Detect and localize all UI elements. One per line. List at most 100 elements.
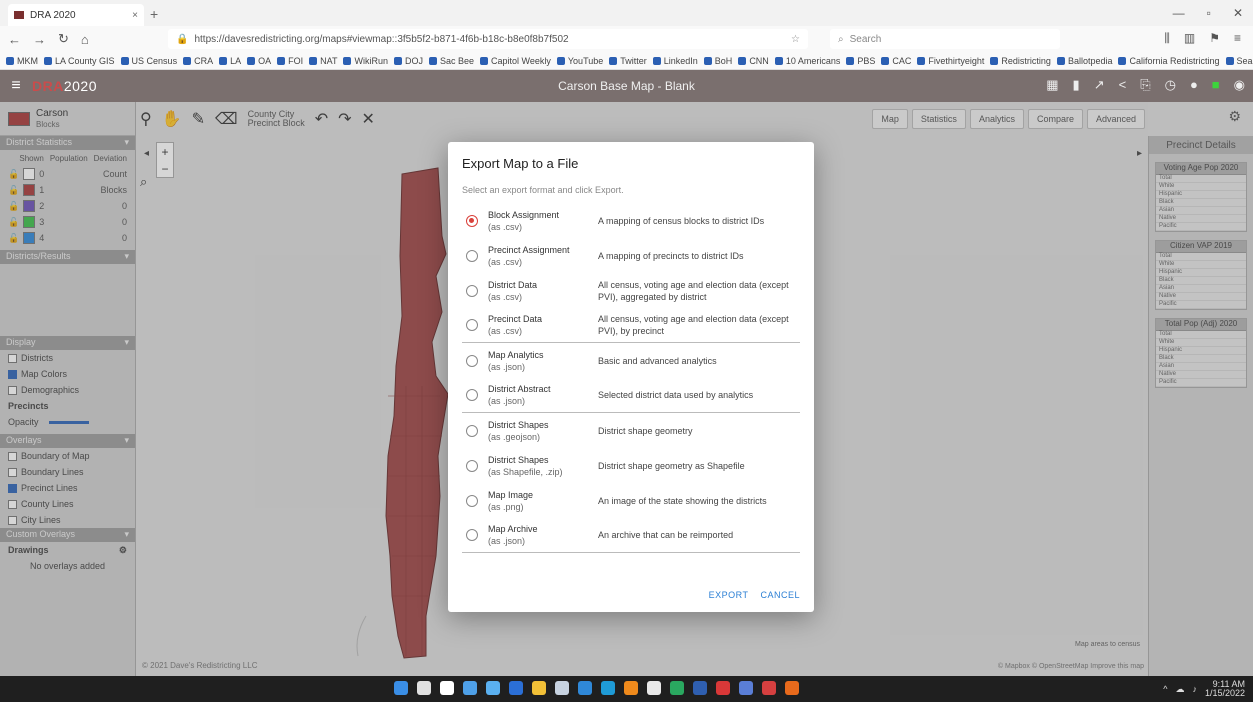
export-option[interactable]: Map Archive (as .json) An archive that can… [462, 518, 800, 553]
bookmark-item[interactable]: Sac Bee [428, 56, 474, 66]
forward-icon[interactable]: → [33, 32, 46, 47]
menu-icon[interactable]: ≡ [1234, 31, 1241, 46]
network-icon[interactable]: ☁ [1175, 684, 1184, 695]
bookmark-item[interactable]: MKM [6, 56, 38, 66]
export-option-ext: (as .csv) [488, 221, 523, 232]
taskbar-app-icon[interactable] [716, 681, 730, 695]
bookmark-item[interactable]: Search at Initial [1225, 56, 1253, 66]
radio-button[interactable] [466, 459, 478, 472]
reload-icon[interactable]: ↻ [58, 31, 69, 47]
bookmark-item[interactable]: Capitol Weekly [480, 56, 551, 66]
bookmark-item[interactable]: PBS [846, 56, 875, 66]
bookmark-item[interactable]: NAT [309, 56, 337, 66]
bookmark-item[interactable]: 10 Americans [774, 56, 840, 66]
radio-button[interactable] [466, 529, 478, 541]
taskbar-app-icon[interactable] [486, 681, 500, 695]
taskbar-app-icon[interactable] [647, 681, 661, 695]
bookmark-item[interactable]: CRA [183, 56, 213, 66]
taskbar-app-icon[interactable] [785, 681, 799, 695]
url-bar[interactable]: 🔒 https://davesredistricting.org/maps#vi… [168, 29, 808, 49]
export-option[interactable]: District Data (as .csv) All census, voting… [462, 273, 800, 308]
bookmark-item[interactable]: California Redistricting [1118, 56, 1220, 66]
minimize-icon[interactable]: — [1173, 6, 1185, 20]
share-icon[interactable]: < [1119, 77, 1127, 93]
arrow-icon[interactable]: ↗ [1094, 77, 1105, 93]
taskbar-app-icon[interactable] [417, 681, 431, 695]
window-controls: — ▫ ✕ [1173, 6, 1243, 20]
radio-button[interactable] [466, 284, 478, 297]
browser-tab[interactable]: DRA 2020 × [8, 4, 144, 26]
export-option[interactable]: District Abstract (as .json) Selected dist… [462, 378, 800, 413]
radio-button[interactable] [466, 319, 478, 331]
duplicate-icon[interactable]: ⎘ [1140, 77, 1150, 93]
bookmark-item[interactable]: CNN [738, 56, 769, 66]
volume-icon[interactable]: ♪ [1192, 684, 1197, 694]
bookmark-item[interactable]: YouTube [556, 56, 603, 66]
library-icon[interactable]: ⫼ [1164, 31, 1170, 46]
export-option[interactable]: District Shapes (as .geojson) District sha… [462, 413, 800, 448]
hamburger-menu-icon[interactable]: ≡ [0, 77, 32, 95]
taskbar-app-icon[interactable] [532, 681, 546, 695]
comment-icon[interactable]: ▮ [1073, 77, 1080, 93]
radio-button[interactable] [466, 494, 478, 507]
taskbar-app-icon[interactable] [624, 681, 638, 695]
taskbar-app-icon[interactable] [601, 681, 615, 695]
sidebar-icon[interactable]: ▥ [1184, 31, 1195, 46]
clock[interactable]: 9:11 AM 1/15/2022 [1205, 680, 1245, 698]
taskbar-app-icon[interactable] [762, 681, 776, 695]
bookmark-item[interactable]: BoH [703, 56, 732, 66]
taskbar-app-icon[interactable] [739, 681, 753, 695]
history-icon[interactable]: ◷ [1165, 77, 1176, 93]
bookmark-item[interactable]: FOI [277, 56, 303, 66]
browser-search-input[interactable]: ⌕ Search [830, 29, 1060, 49]
taskbar-app-icon[interactable] [578, 681, 592, 695]
bookmark-star-icon[interactable]: ☆ [791, 34, 800, 45]
taskbar-app-icon[interactable] [394, 681, 408, 695]
bookmark-item[interactable]: Fivethirtyeight [917, 56, 984, 66]
maximize-icon[interactable]: ▫ [1207, 6, 1211, 20]
help-icon[interactable]: ● [1190, 77, 1198, 93]
radio-button[interactable] [466, 354, 478, 367]
bookmark-item[interactable]: WikiRun [343, 56, 388, 66]
export-icon[interactable]: ■ [1212, 77, 1220, 93]
bookmark-item[interactable]: CAC [881, 56, 911, 66]
back-icon[interactable]: ← [8, 32, 21, 47]
bookmark-item[interactable]: LA [219, 56, 241, 66]
export-option[interactable]: Map Analytics (as .json) Basic and advance… [462, 343, 800, 378]
new-tab-button[interactable]: + [150, 6, 158, 22]
radio-button[interactable] [466, 389, 478, 401]
taskbar-app-icon[interactable] [555, 681, 569, 695]
dra-logo[interactable]: DRA2020 [32, 78, 97, 94]
extensions-icon[interactable]: ⚑ [1209, 31, 1220, 46]
taskbar-app-icon[interactable] [440, 681, 454, 695]
taskbar-app-icon[interactable] [509, 681, 523, 695]
bookmark-item[interactable]: OA [247, 56, 271, 66]
taskbar-app-icon[interactable] [670, 681, 684, 695]
export-option[interactable]: Block Assignment (as .csv) A mapping of ce… [462, 203, 800, 238]
taskbar-app-icon[interactable] [463, 681, 477, 695]
bookmark-item[interactable]: Redistricting [990, 56, 1051, 66]
bookmark-item[interactable]: Twitter [609, 56, 647, 66]
taskbar-app-icon[interactable] [693, 681, 707, 695]
tray-chevron-icon[interactable]: ^ [1163, 684, 1167, 694]
grid-icon[interactable]: ▦ [1046, 77, 1058, 93]
radio-button[interactable] [466, 424, 478, 437]
tab-close-icon[interactable]: × [132, 10, 138, 21]
export-option[interactable]: Precinct Assignment (as .csv) A mapping of… [462, 238, 800, 273]
export-option[interactable]: Map Image (as .png) An image of the state … [462, 483, 800, 518]
export-option[interactable]: District Shapes (as Shapefile, .zip) Distr… [462, 448, 800, 483]
export-option[interactable]: Precinct Data (as .csv) All census, voting… [462, 308, 800, 343]
export-button[interactable]: EXPORT [709, 590, 749, 600]
bookmark-item[interactable]: DOJ [393, 56, 423, 66]
bookmark-item[interactable]: US Census [120, 56, 177, 66]
export-option-ext: (as .geojson) [488, 431, 541, 442]
bookmark-item[interactable]: LinkedIn [652, 56, 698, 66]
radio-button[interactable] [466, 249, 478, 262]
home-icon[interactable]: ⌂ [81, 32, 89, 47]
close-window-icon[interactable]: ✕ [1233, 6, 1243, 20]
account-icon[interactable]: ◉ [1234, 77, 1245, 93]
cancel-button[interactable]: CANCEL [760, 590, 800, 600]
bookmark-item[interactable]: LA County GIS [44, 56, 115, 66]
radio-button[interactable] [466, 214, 478, 227]
bookmark-item[interactable]: Ballotpedia [1056, 56, 1112, 66]
